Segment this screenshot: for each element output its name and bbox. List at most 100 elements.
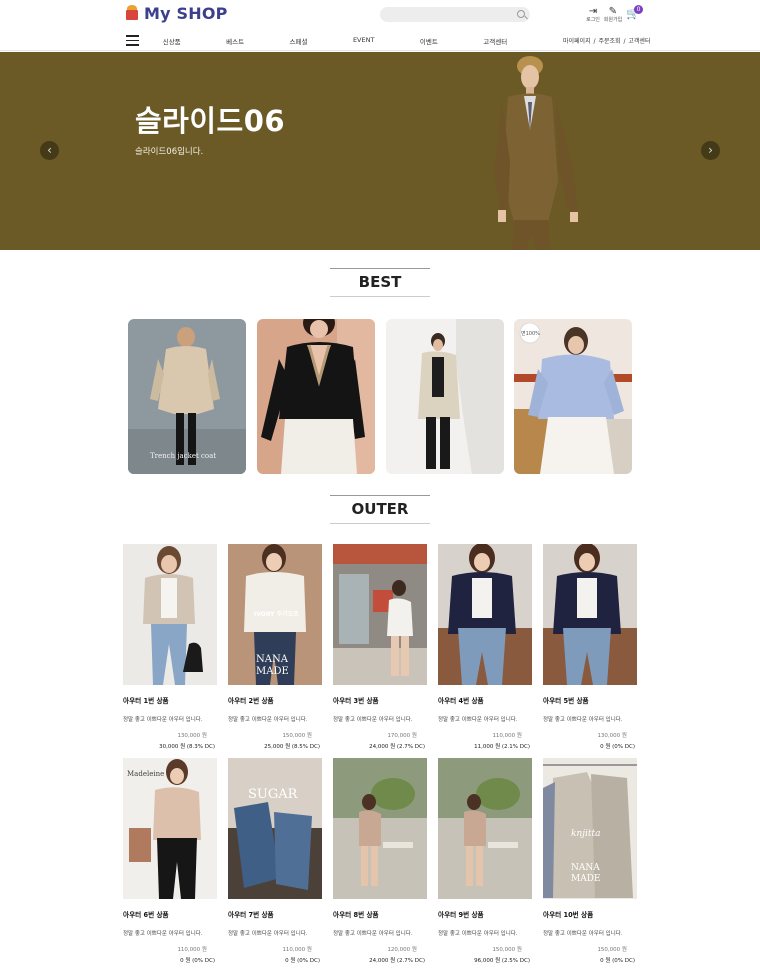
product-desc: 정말 좋고 이쁘다운 아우터 입니다.	[333, 717, 413, 723]
util-support[interactable]: 고객센터	[628, 38, 650, 45]
product-card[interactable]: 아우터 8번 상품 정말 좋고 이쁘다운 아우터 입니다. 120,000 원 …	[333, 758, 427, 964]
product-sale-price: 24,000 원 (2.7% DC)	[369, 958, 425, 964]
signup-icon: ✎	[608, 6, 618, 17]
product-desc: 정말 좋고 이쁘다운 아우터 입니다.	[228, 717, 308, 723]
product-name[interactable]: 아우터 3번 상품	[333, 695, 427, 705]
product-price: 130,000 원	[597, 733, 627, 739]
product-card[interactable]: knjitta NANA MADE 아우터 10번 상품 정말 좋고 이쁘다운 …	[543, 758, 637, 964]
product-image[interactable]: SUGAR	[228, 758, 322, 899]
best-item-4[interactable]: 면100%	[514, 319, 632, 474]
nav-item-special[interactable]: 스페셜	[290, 36, 308, 46]
best-item-1[interactable]: Trench jacket coat	[128, 319, 246, 474]
product-card[interactable]: 아우터 5번 상품 정말 좋고 이쁘다운 아우터 입니다. 130,000 원 …	[543, 544, 637, 750]
best-item-4-caption: 면100%	[521, 330, 540, 337]
product-image[interactable]	[123, 544, 217, 685]
nav-item-event[interactable]: 이벤트	[420, 36, 438, 46]
product-image[interactable]	[438, 758, 532, 899]
nav-item-support[interactable]: 고객센터	[483, 36, 507, 46]
prev-slide-button[interactable]: ‹	[40, 141, 59, 160]
search-input[interactable]	[380, 7, 530, 22]
nav-item-new[interactable]: 신상품	[163, 36, 181, 46]
product-image[interactable]	[333, 544, 427, 685]
product-sale-price: 96,000 원 (2.5% DC)	[474, 958, 530, 964]
product-price: 110,000 원	[177, 947, 207, 953]
product-image[interactable]	[333, 758, 427, 899]
next-slide-button[interactable]: ›	[701, 141, 720, 160]
product-desc: 정말 좋고 이쁘다운 아우터 입니다.	[333, 931, 413, 937]
product-image[interactable]: knjitta NANA MADE	[543, 758, 637, 899]
best-item-3[interactable]	[386, 319, 504, 474]
main-nav: 신상품 베스트 스페셜 EVENT 이벤트 고객센터 마이페이지 / 주문조회 …	[0, 30, 760, 51]
slide-title: 슬라이드06	[135, 104, 286, 138]
product-sale-price: 0 원 (0% DC)	[180, 958, 215, 964]
product-card[interactable]: 아우터 3번 상품 정말 좋고 이쁘다운 아우터 입니다. 170,000 원 …	[333, 544, 427, 750]
product-price: 110,000 원	[282, 947, 312, 953]
product-desc: 정말 좋고 이쁘다운 아우터 입니다.	[123, 717, 203, 723]
product-sale-price: 0 원 (0% DC)	[600, 744, 635, 750]
product-name[interactable]: 아우터 1번 상품	[123, 695, 217, 705]
outer-title-text: OUTER	[351, 500, 409, 518]
product-desc: 정말 좋고 이쁘다운 아우터 입니다.	[438, 931, 518, 937]
product-sale-price: 25,000 원 (8.5% DC)	[264, 744, 320, 750]
product-card[interactable]: 아우터 4번 상품 정말 좋고 이쁘다운 아우터 입니다. 110,000 원 …	[438, 544, 532, 750]
svg-text:SUGAR: SUGAR	[248, 787, 299, 802]
logo-text: My SHOP	[144, 4, 228, 23]
svg-text:MADE: MADE	[256, 666, 289, 677]
util-order[interactable]: 주문조회	[598, 38, 620, 45]
site-header: My SHOP ⇥ 로그인 ✎ 회원가입 🛒 0	[0, 0, 760, 30]
best-item-2[interactable]	[257, 319, 375, 474]
product-card[interactable]: SUGAR 아우터 7번 상품 정말 좋고 이쁘다운 아우터 입니다. 110,…	[228, 758, 322, 964]
product-name[interactable]: 아우터 2번 상품	[228, 695, 322, 705]
slide-model-image	[494, 56, 578, 250]
product-name[interactable]: 아우터 4번 상품	[438, 695, 532, 705]
product-sale-price: 30,000 원 (8.3% DC)	[159, 744, 215, 750]
chevron-right-icon: ›	[708, 143, 713, 157]
product-name[interactable]: 아우터 5번 상품	[543, 695, 637, 705]
product-name[interactable]: 아우터 6번 상품	[123, 909, 217, 919]
product-card[interactable]: Madeleine 아우터 6번 상품 정말 좋고 이쁘다운 아우터 입니다. …	[123, 758, 217, 964]
product-price: 150,000 원	[492, 947, 522, 953]
svg-text:NANA: NANA	[571, 863, 600, 873]
product-card[interactable]: IVORY 주기오프 NANA MADE 아우터 2번 상품 정말 좋고 이쁘다…	[228, 544, 322, 750]
category-menu: 신상품 베스트 스페셜 EVENT 이벤트 고객센터	[140, 36, 530, 46]
product-price: 150,000 원	[597, 947, 627, 953]
product-sale-price: 0 원 (0% DC)	[285, 958, 320, 964]
product-price: 120,000 원	[387, 947, 417, 953]
product-name[interactable]: 아우터 7번 상품	[228, 909, 322, 919]
product-image[interactable]: IVORY 주기오프 NANA MADE	[228, 544, 322, 685]
product-desc: 정말 좋고 이쁘다운 아우터 입니다.	[543, 931, 623, 937]
product-sale-price: 11,000 원 (2.1% DC)	[474, 744, 530, 750]
hero-slider: 슬라이드06 슬라이드06입니다. ‹ ›	[0, 52, 760, 250]
cart-count-badge: 0	[634, 5, 643, 14]
product-desc: 정말 좋고 이쁘다운 아우터 입니다.	[228, 931, 308, 937]
product-card[interactable]: 아우터 1번 상품 정말 좋고 이쁘다운 아우터 입니다. 130,000 원 …	[123, 544, 217, 750]
product-name[interactable]: 아우터 8번 상품	[333, 909, 427, 919]
svg-text:MADE: MADE	[571, 874, 601, 884]
product-sale-price: 24,000 원 (2.7% DC)	[369, 744, 425, 750]
signup-label: 회원가입	[603, 17, 623, 23]
product-price: 130,000 원	[177, 733, 207, 739]
chevron-left-icon: ‹	[47, 143, 52, 157]
outer-section-title: OUTER	[330, 495, 430, 524]
util-links: 마이페이지 / 주문조회 / 고객센터	[563, 38, 651, 45]
util-mypage[interactable]: 마이페이지	[563, 38, 591, 45]
best-section-title: BEST	[330, 268, 430, 297]
svg-text:NANA: NANA	[256, 654, 289, 665]
nav-item-event-en[interactable]: EVENT	[353, 36, 375, 46]
search-icon[interactable]	[517, 10, 525, 18]
product-card[interactable]: 아우터 9번 상품 정말 좋고 이쁘다운 아우터 입니다. 150,000 원 …	[438, 758, 532, 964]
menu-icon[interactable]	[126, 35, 139, 46]
product-image[interactable]	[438, 544, 532, 685]
product-name[interactable]: 아우터 10번 상품	[543, 909, 637, 919]
product-image[interactable]	[543, 544, 637, 685]
nav-item-best[interactable]: 베스트	[226, 36, 244, 46]
product-name[interactable]: 아우터 9번 상품	[438, 909, 532, 919]
product-image[interactable]: Madeleine	[123, 758, 217, 899]
logo[interactable]: My SHOP	[124, 4, 228, 23]
product-price: 150,000 원	[282, 733, 312, 739]
svg-text:Madeleine: Madeleine	[127, 770, 164, 778]
svg-text:IVORY 주기오프: IVORY 주기오프	[254, 610, 299, 618]
signup-button[interactable]: ✎ 회원가입	[600, 6, 626, 26]
shop-logo-icon	[124, 4, 140, 23]
best-title-text: BEST	[358, 273, 402, 291]
